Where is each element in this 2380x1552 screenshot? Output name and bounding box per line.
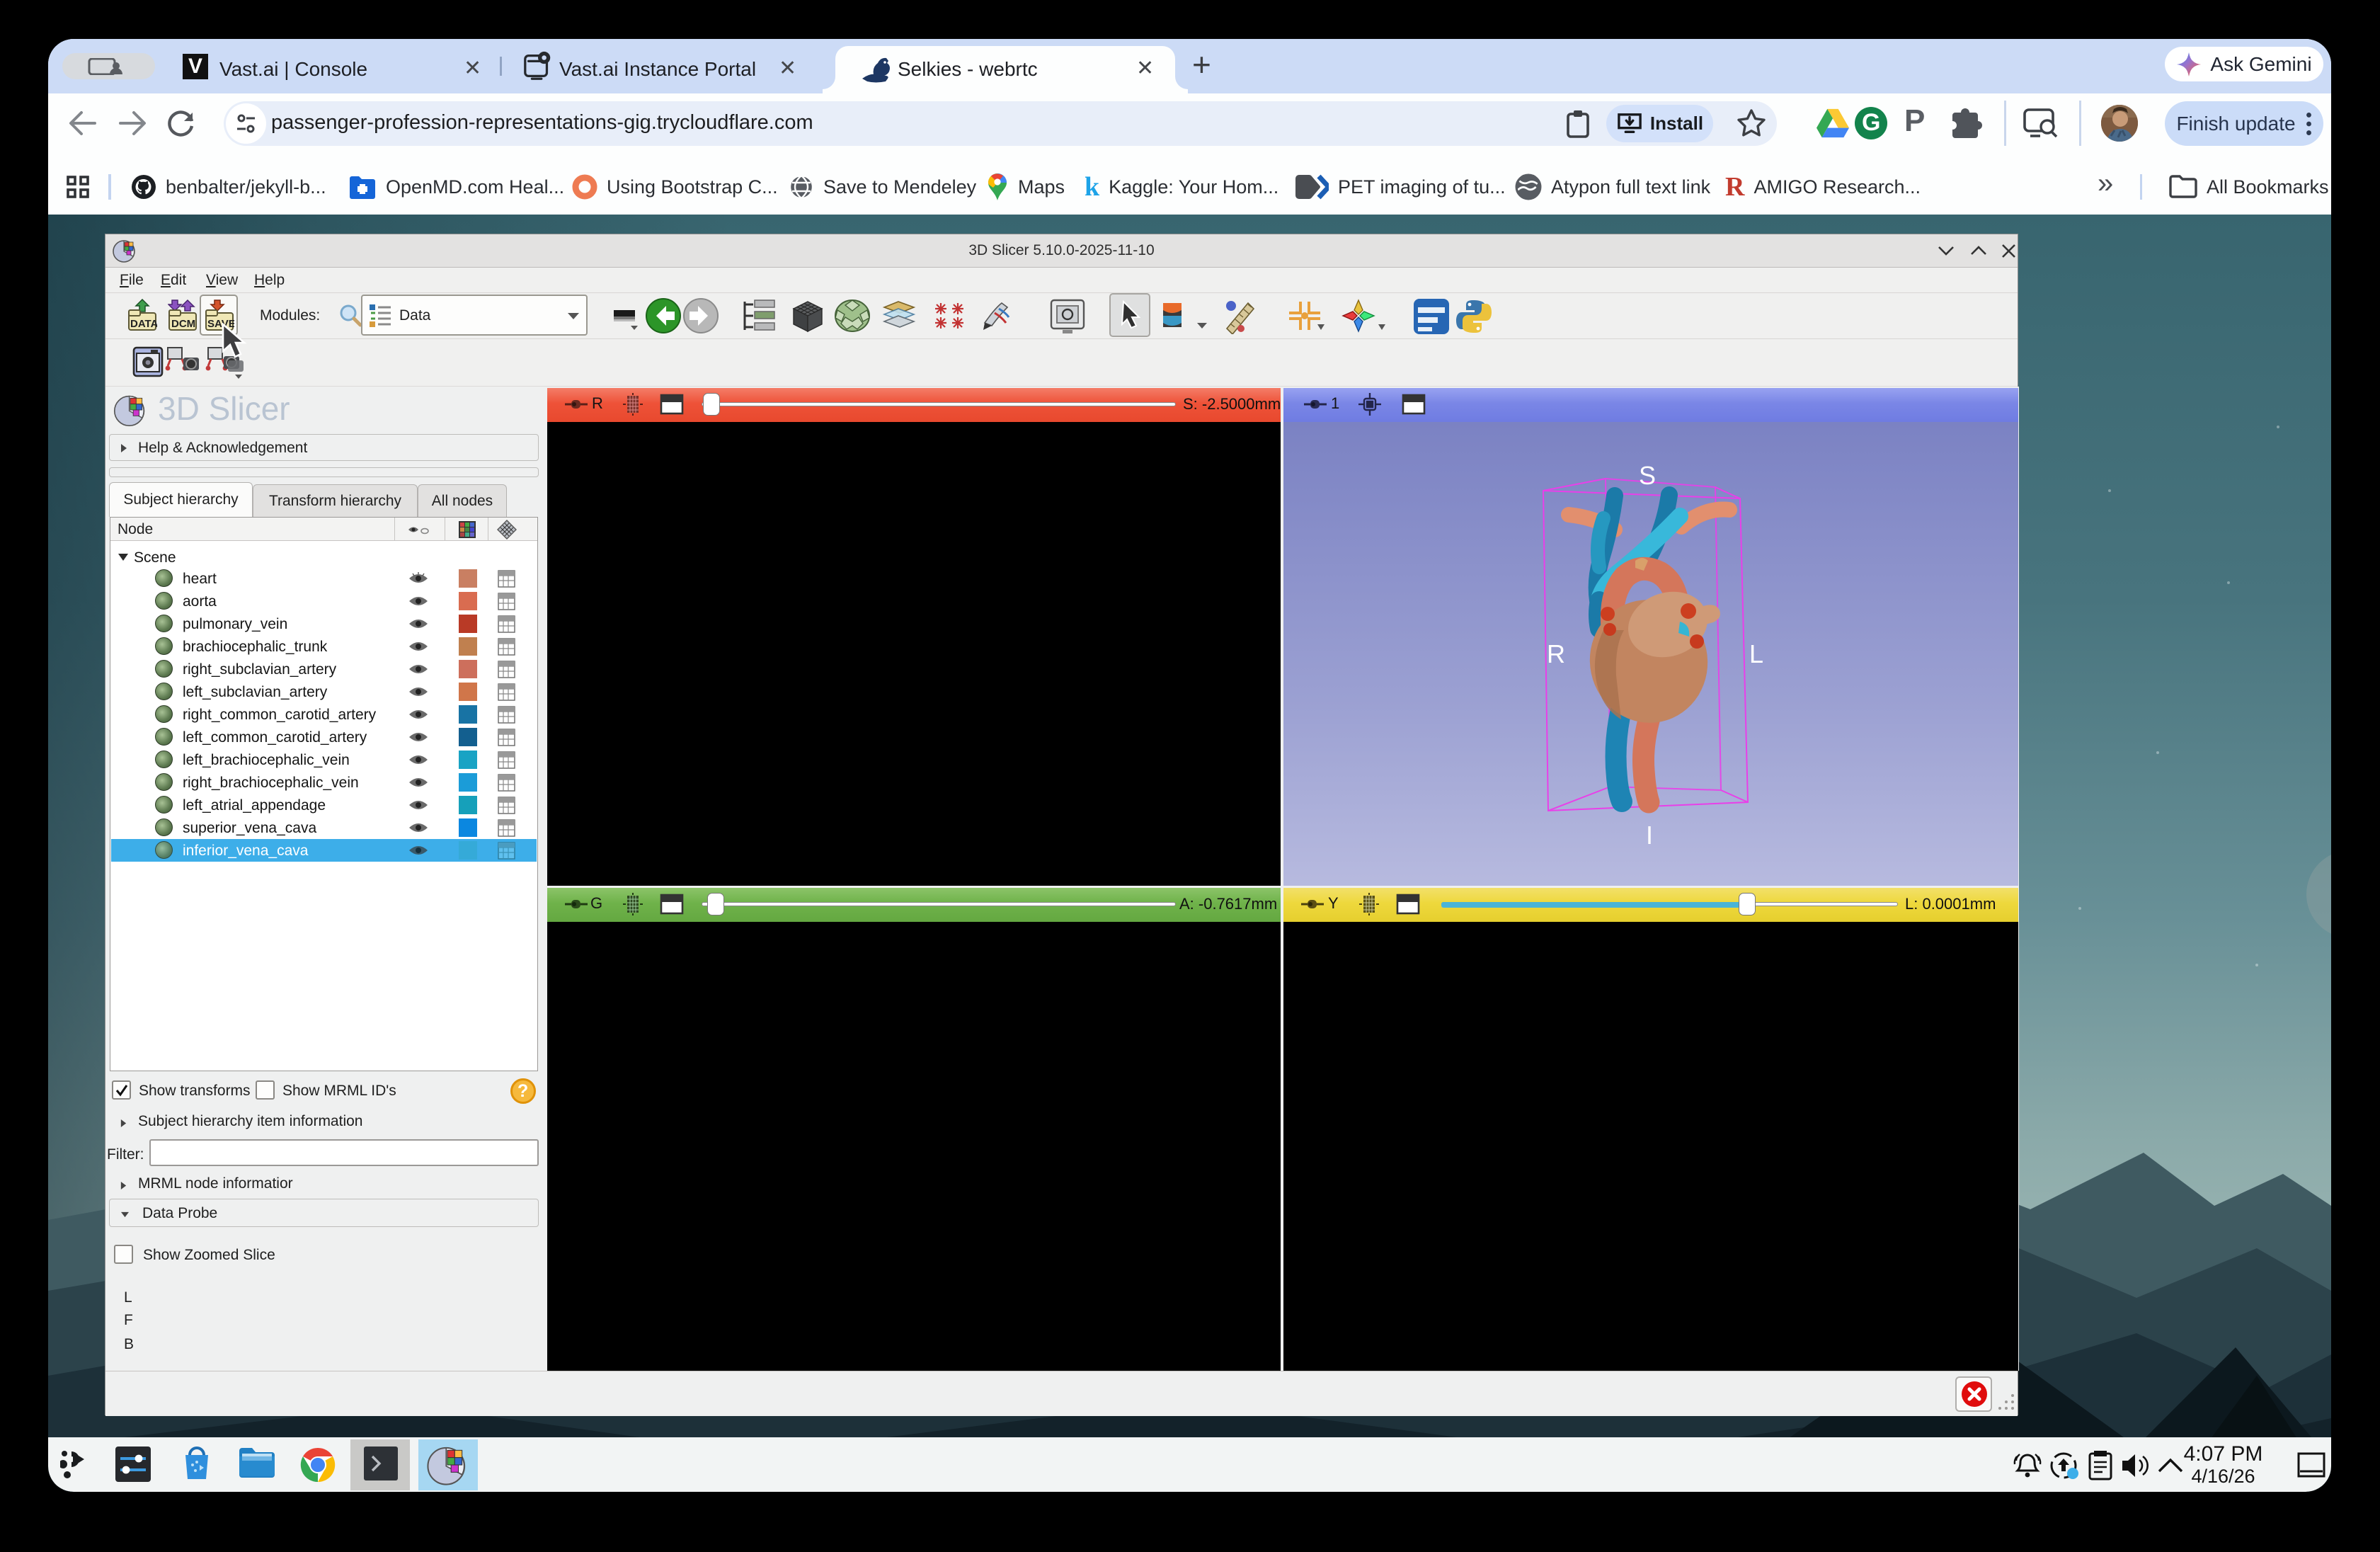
svg-text:I: I <box>1646 821 1653 850</box>
svg-text:R: R <box>1547 639 1565 668</box>
svg-text:DATA: DATA <box>130 318 157 330</box>
svg-text:S: S <box>1639 461 1656 490</box>
svg-text:DCM: DCM <box>171 318 195 330</box>
svg-text:L: L <box>1749 639 1763 668</box>
